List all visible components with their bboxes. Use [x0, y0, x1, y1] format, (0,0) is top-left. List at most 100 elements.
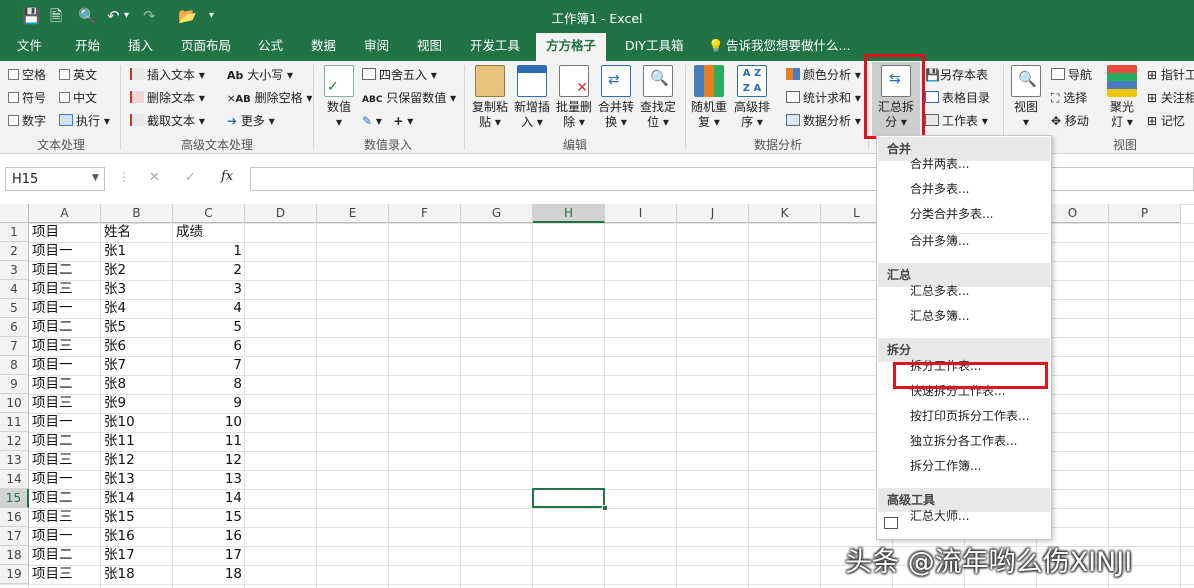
- cell[interactable]: 项目二: [29, 261, 101, 280]
- menu-item[interactable]: 合并两表...: [910, 156, 969, 172]
- cell[interactable]: 18: [173, 565, 245, 584]
- cell[interactable]: 张18: [101, 565, 173, 584]
- cell[interactable]: 项目一: [29, 527, 101, 546]
- column-header-g[interactable]: G: [461, 204, 533, 223]
- enter-icon[interactable]: ✓: [185, 170, 196, 185]
- color-analysis-button[interactable]: 颜色分析 ▾: [786, 67, 861, 83]
- keep-value-button[interactable]: ABC 只保留数值 ▾: [362, 90, 456, 108]
- cell[interactable]: 17: [173, 546, 245, 565]
- numeric-value-button[interactable]: ✓ 数值 ▾: [321, 65, 357, 130]
- drag-handle-icon[interactable]: ⋮: [118, 170, 130, 184]
- cell[interactable]: 项目三: [29, 565, 101, 584]
- cell[interactable]: 张2: [101, 261, 173, 280]
- save-sheet-button[interactable]: 💾另存本表: [925, 67, 988, 83]
- cell[interactable]: 张5: [101, 318, 173, 337]
- random-repeat-button[interactable]: 随机重复 ▾: [689, 65, 729, 130]
- row-header[interactable]: 18: [0, 546, 29, 565]
- column-header-e[interactable]: E: [317, 204, 389, 223]
- cell[interactable]: 张4: [101, 299, 173, 318]
- fill-handle[interactable]: [602, 505, 608, 511]
- menu-item[interactable]: 分类合并多表...: [910, 206, 993, 222]
- cell[interactable]: 项目二: [29, 432, 101, 451]
- sheet-index-button[interactable]: 表格目录: [925, 90, 990, 106]
- row-header[interactable]: 10: [0, 394, 29, 413]
- round-button[interactable]: 四舍五入 ▾: [362, 67, 437, 83]
- row-header[interactable]: 4: [0, 280, 29, 299]
- cell[interactable]: 张14: [101, 489, 173, 508]
- row-header[interactable]: 14: [0, 470, 29, 489]
- row-header[interactable]: 17: [0, 527, 29, 546]
- cell[interactable]: 项目三: [29, 451, 101, 470]
- cell[interactable]: 项目一: [29, 299, 101, 318]
- tab-fangfanggezi[interactable]: 方方格子: [536, 33, 607, 61]
- cell[interactable]: 张8: [101, 375, 173, 394]
- column-header-k[interactable]: K: [749, 204, 821, 223]
- column-header-c[interactable]: C: [173, 204, 245, 223]
- chevron-down-icon[interactable]: ▼: [92, 173, 99, 183]
- column-header-f[interactable]: F: [389, 204, 461, 223]
- menu-item[interactable]: 汇总多簿...: [910, 308, 969, 324]
- select-button[interactable]: ⛶ 选择: [1051, 90, 1087, 106]
- tab-diy-toolbox[interactable]: DIY工具箱: [625, 33, 683, 61]
- cell[interactable]: 8: [173, 375, 245, 394]
- move-button[interactable]: ✥ 移动: [1051, 113, 1089, 129]
- row-header[interactable]: 3: [0, 261, 29, 280]
- cell[interactable]: 张13: [101, 470, 173, 489]
- cell[interactable]: 13: [173, 470, 245, 489]
- cell[interactable]: 项目三: [29, 508, 101, 527]
- cell[interactable]: 5: [173, 318, 245, 337]
- copy-paste-button[interactable]: 复制粘贴 ▾: [470, 65, 510, 130]
- merge-convert-button[interactable]: ⇄ 合并转换 ▾: [596, 65, 636, 130]
- cell[interactable]: 2: [173, 261, 245, 280]
- cell[interactable]: 项目三: [29, 337, 101, 356]
- cell[interactable]: 张7: [101, 356, 173, 375]
- cell[interactable]: 10: [173, 413, 245, 432]
- cell[interactable]: 张3: [101, 280, 173, 299]
- column-header-i[interactable]: I: [605, 204, 677, 223]
- follow-button[interactable]: ⊞ 关注相: [1147, 90, 1194, 106]
- row-header[interactable]: 16: [0, 508, 29, 527]
- column-header-b[interactable]: B: [101, 204, 173, 223]
- number-checkbox[interactable]: 数字: [8, 113, 46, 129]
- nav-button[interactable]: 导航: [1051, 67, 1092, 83]
- view-button[interactable]: 🔍 视图 ▾: [1008, 65, 1044, 130]
- cell[interactable]: 16: [173, 527, 245, 546]
- cell[interactable]: 12: [173, 451, 245, 470]
- memory-button[interactable]: ⊞ 记忆: [1147, 113, 1185, 129]
- menu-item[interactable]: 汇总多表...: [910, 283, 969, 299]
- cell[interactable]: 姓名: [101, 223, 173, 242]
- row-header[interactable]: 8: [0, 356, 29, 375]
- cell[interactable]: 6: [173, 337, 245, 356]
- row-header[interactable]: 5: [0, 299, 29, 318]
- worksheet-button[interactable]: 工作表 ▾: [925, 113, 988, 129]
- execute-button[interactable]: 执行 ▾: [59, 113, 110, 129]
- cell[interactable]: 3: [173, 280, 245, 299]
- select-all-corner[interactable]: [0, 204, 29, 223]
- cell[interactable]: 4: [173, 299, 245, 318]
- cell[interactable]: 项目: [29, 223, 101, 242]
- space-checkbox[interactable]: 空格: [8, 67, 46, 83]
- cell[interactable]: 张6: [101, 337, 173, 356]
- cell[interactable]: 项目三: [29, 394, 101, 413]
- cell[interactable]: 项目二: [29, 489, 101, 508]
- cell[interactable]: 14: [173, 489, 245, 508]
- column-header-d[interactable]: D: [245, 204, 317, 223]
- cell[interactable]: 15: [173, 508, 245, 527]
- spotlight-button[interactable]: 聚光灯 ▾: [1104, 65, 1140, 130]
- english-checkbox[interactable]: 英文: [59, 67, 97, 83]
- insert-text-button[interactable]: 插入文本 ▾: [130, 67, 205, 83]
- insert-new-button[interactable]: 新增插入 ▾: [512, 65, 552, 130]
- cell[interactable]: 项目一: [29, 242, 101, 261]
- tab-formulas[interactable]: 公式: [258, 33, 283, 61]
- column-header-p[interactable]: P: [1109, 204, 1181, 223]
- cell[interactable]: 张11: [101, 432, 173, 451]
- column-header-j[interactable]: J: [677, 204, 749, 223]
- cell[interactable]: 11: [173, 432, 245, 451]
- tab-page-layout[interactable]: 页面布局: [181, 33, 231, 61]
- menu-item[interactable]: 合并多表...: [910, 181, 969, 197]
- row-header[interactable]: 1: [0, 223, 29, 242]
- row-header[interactable]: 13: [0, 451, 29, 470]
- row-header[interactable]: 9: [0, 375, 29, 394]
- row-header[interactable]: 6: [0, 318, 29, 337]
- menu-item[interactable]: 拆分工作簿...: [910, 458, 981, 474]
